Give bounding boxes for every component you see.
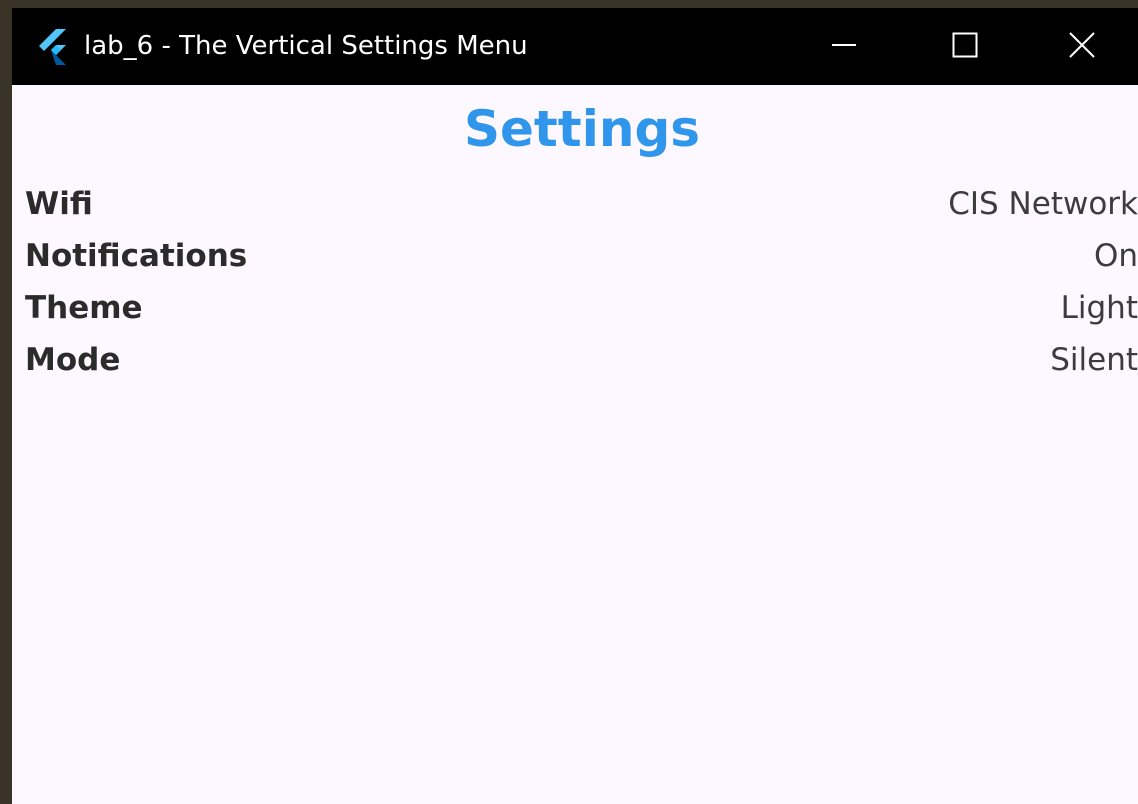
setting-row-theme[interactable]: Theme Light xyxy=(25,282,1138,334)
settings-page: Settings Wifi CIS Network Notifications … xyxy=(12,85,1138,804)
setting-row-notifications[interactable]: Notifications On xyxy=(25,230,1138,282)
page-title: Settings xyxy=(463,100,700,158)
minimize-icon xyxy=(831,32,857,62)
flutter-logo-icon xyxy=(34,27,72,65)
setting-value-wifi: CIS Network xyxy=(948,186,1138,222)
minimize-button[interactable] xyxy=(784,8,904,85)
setting-value-mode: Silent xyxy=(1050,342,1138,378)
setting-row-wifi[interactable]: Wifi CIS Network xyxy=(25,178,1138,230)
setting-value-notifications: On xyxy=(1093,238,1138,274)
window-title: lab_6 - The Vertical Settings Menu xyxy=(84,31,528,61)
maximize-icon xyxy=(952,32,978,62)
setting-value-theme: Light xyxy=(1060,290,1138,326)
close-icon xyxy=(1069,31,1095,62)
setting-label-theme: Theme xyxy=(25,290,143,326)
close-button[interactable] xyxy=(1026,8,1138,85)
setting-label-notifications: Notifications xyxy=(25,238,248,274)
setting-label-mode: Mode xyxy=(25,342,121,378)
setting-label-wifi: Wifi xyxy=(25,186,93,222)
maximize-button[interactable] xyxy=(904,8,1026,85)
title-bar[interactable]: lab_6 - The Vertical Settings Menu xyxy=(12,8,1138,85)
setting-row-mode[interactable]: Mode Silent xyxy=(25,334,1138,386)
settings-list: Wifi CIS Network Notifications On Theme … xyxy=(25,178,1138,386)
app-window: lab_6 - The Vertical Settings Menu Setti… xyxy=(12,8,1138,804)
